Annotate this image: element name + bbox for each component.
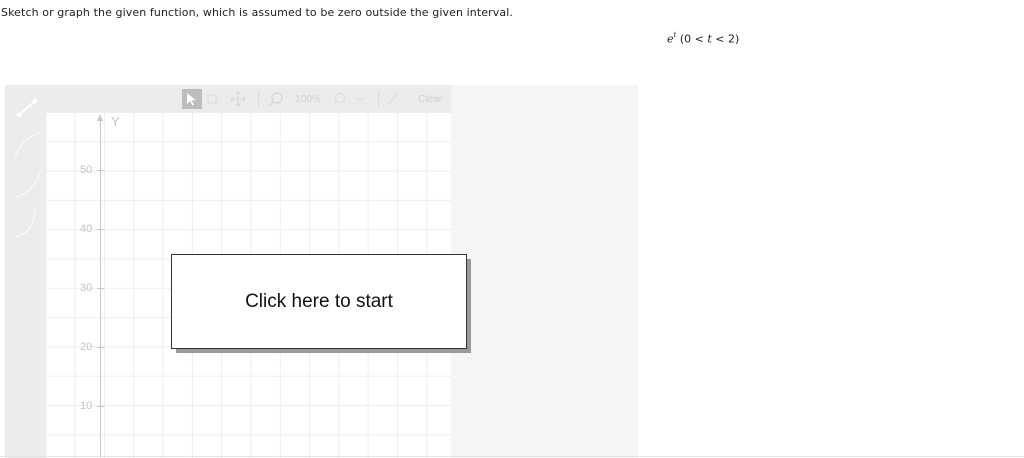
line-tool-icon[interactable] — [9, 89, 43, 125]
curve-convex-icon[interactable] — [9, 203, 43, 239]
bottom-divider — [0, 456, 1024, 457]
zoom-icon[interactable] — [266, 89, 286, 109]
interval-suffix: < 2) — [711, 32, 740, 46]
y-tick — [97, 170, 104, 171]
toolbar-divider — [378, 91, 379, 107]
y-tick — [97, 229, 104, 230]
pan-icon[interactable] — [205, 89, 219, 109]
move-icon[interactable] — [228, 89, 248, 109]
curve-up-icon[interactable] — [9, 127, 43, 163]
curve-concave-icon[interactable] — [9, 165, 43, 201]
y-tick-label: 50 — [80, 164, 93, 176]
y-axis-label: Y — [111, 114, 120, 129]
y-tick — [97, 347, 104, 348]
graph-toolbar: 100% Clear — [46, 85, 451, 112]
drawing-palette — [5, 85, 46, 458]
function-formula: et (0 < t < 2) — [667, 31, 740, 46]
cursor-arrow-icon — [187, 93, 196, 106]
start-button[interactable]: Click here to start — [171, 254, 467, 349]
y-tick-label: 30 — [80, 282, 93, 294]
zoom-out-icon[interactable] — [330, 89, 348, 109]
y-tick-label: 10 — [80, 400, 93, 412]
interval-prefix: (0 < — [679, 32, 708, 46]
y-tick — [97, 288, 104, 289]
select-arrow-button[interactable] — [182, 89, 202, 109]
y-tick-label: 20 — [80, 341, 93, 353]
question-instruction: Sketch or graph the given function, whic… — [1, 6, 513, 19]
function-exponent: t — [673, 31, 677, 39]
minus-icon[interactable] — [352, 89, 368, 109]
delete-icon[interactable] — [384, 89, 402, 109]
y-tick-label: 40 — [80, 223, 93, 235]
clear-button[interactable]: Clear — [414, 89, 446, 109]
toolbar-divider — [258, 91, 259, 107]
y-tick — [97, 406, 104, 407]
zoom-level: 100% — [295, 93, 321, 105]
